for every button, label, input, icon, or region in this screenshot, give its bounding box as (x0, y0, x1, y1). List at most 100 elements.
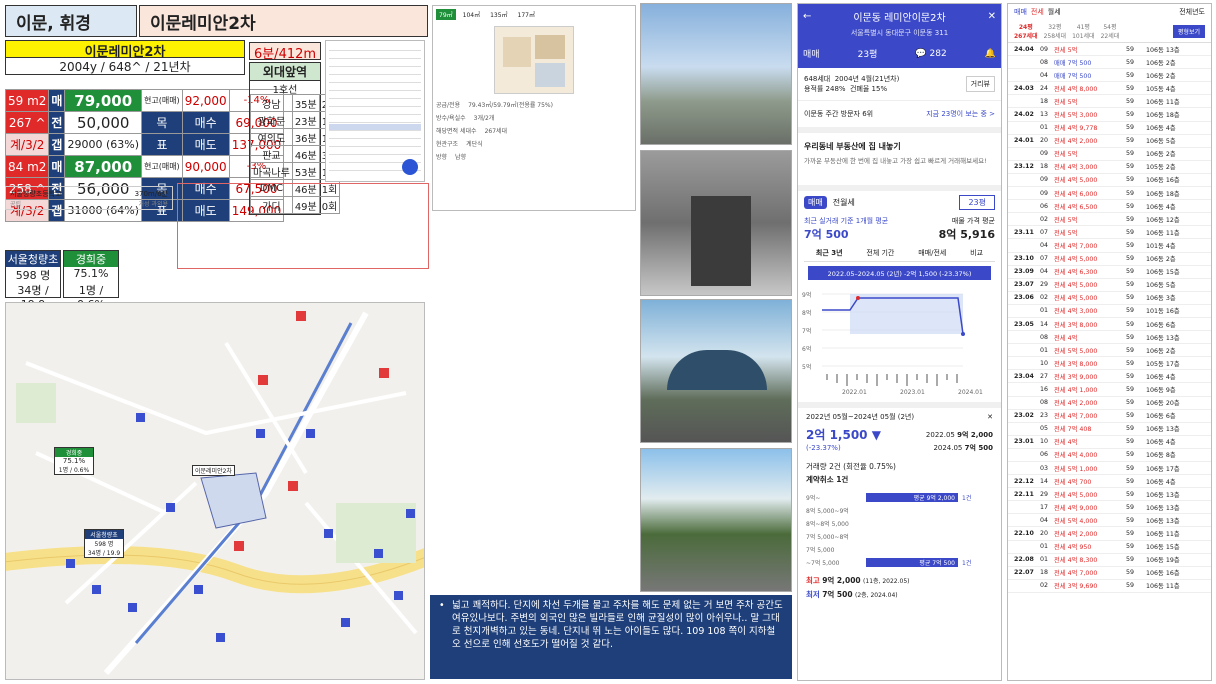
size-tab[interactable]: 32평 258세대 (1044, 22, 1067, 40)
trade-list-panel: 매매 전세 월세 전체년도 24평 267세대 32평 258세대 41평 101세대 5… (1007, 3, 1212, 681)
trade-cell: 106동 5층 (1146, 282, 1176, 290)
trade-tab[interactable]: 매매 (1014, 7, 1027, 17)
volume-bar (926, 374, 928, 383)
close-icon[interactable]: ✕ (987, 413, 993, 421)
trade-cell: 06 (1040, 202, 1049, 210)
chart-tooltip: 2022.05–2024.05 (2년) -2억 1,500 (-23.37%) (808, 266, 991, 280)
tab-rent[interactable]: 전월세 (829, 196, 859, 209)
trade-cell: 59 (1126, 124, 1135, 132)
trade-row: 23.05 14 전세 3억 8,000 59 106동 6층 (1008, 318, 1211, 332)
commute-cell: 36분 (291, 128, 320, 146)
trade-cell: 59 (1126, 45, 1135, 53)
range-row: 7억 5,000~8억 (806, 530, 993, 543)
trade-cell: 07 (1040, 255, 1049, 263)
map-view[interactable]: 경희중 75.1% 1명 / 0.6% 서울청량초 598 명 34명 / 19.9 이… (5, 302, 425, 680)
size-tab[interactable]: 24평 267세대 (1014, 22, 1038, 40)
trade-cell: 01 (1040, 124, 1049, 132)
summary-name: 이문레미안2차 (5, 40, 245, 60)
trade-cell: 59 (1126, 97, 1135, 105)
value-cell: 79,000 (64, 89, 142, 112)
low-point (961, 332, 965, 336)
back-icon[interactable]: ← (803, 11, 811, 22)
trade-cell: 106동 6층 (1146, 321, 1176, 329)
range-count: 1건 (962, 495, 972, 502)
trade-cell: 10 (1040, 438, 1049, 446)
school-stat-name: 서울청량초 (6, 251, 60, 267)
map-pin-button[interactable] (402, 159, 418, 175)
close-icon[interactable]: ✕ (988, 11, 996, 22)
commute-cell: 53분 (291, 162, 320, 180)
size-tab[interactable]: 41평 101세대 (1072, 22, 1095, 40)
chart-tab[interactable]: 최근 3년 (816, 248, 843, 258)
comments-button[interactable]: 💬 282 (915, 49, 946, 59)
size-view-button[interactable]: 평형보기 (1172, 24, 1205, 38)
trade-cell: 전세 4억 4,000 (1054, 452, 1098, 460)
trade-cell: 59 (1126, 412, 1135, 420)
info-label: 해당면적 세대수 (436, 128, 477, 135)
volume-bar (846, 374, 848, 386)
trade-cell: 22.07 (1014, 569, 1034, 577)
trade-cell: 106동 18층 (1146, 190, 1180, 198)
y-tick: 6억 (802, 345, 811, 353)
bell-icon[interactable]: 🔔 (985, 49, 996, 59)
trade-row: 23.11 07 전세 5억 59 106동 11층 (1008, 226, 1211, 240)
trade-cell: 59 (1126, 399, 1135, 407)
year-filter[interactable]: 전체년도 (1179, 7, 1205, 17)
visitor-link[interactable]: 지금 23명이 보는 중 > (926, 109, 995, 119)
trade-row: 01 전세 4억 3,000 59 101동 16층 (1008, 305, 1211, 318)
price-row: 84 m2 매 87,000 현고(매매) 90,000 -3% (4, 155, 285, 178)
trade-cell: 08 (1040, 399, 1049, 407)
station-time: 6분/412m (249, 42, 321, 62)
trade-cell: 106동 16층 (1146, 570, 1180, 578)
trade-row: 09 전세 4억 5,000 59 106동 16층 (1008, 174, 1211, 188)
trade-cell: 59 (1126, 176, 1135, 184)
photo-parking (640, 299, 792, 443)
floorplan-info-row: 공급/전용 79.43㎡/59.79㎡(전용률 75%) (436, 100, 632, 109)
commute-cell: 23분 (291, 111, 320, 129)
trade-cell: 106동 13층 (1146, 334, 1180, 342)
trade-cell: 24.04 (1014, 45, 1034, 53)
trade-cell: 01 (1040, 346, 1049, 354)
trade-cell: 05 (1040, 425, 1049, 433)
range-label: 7억 5,000 (806, 547, 835, 554)
map-apt-label[interactable]: 이문레미안2차 (192, 465, 235, 476)
info-value: 계단식 (466, 141, 483, 148)
trade-cell: 전세 5억 1,000 (1054, 465, 1098, 473)
trade-cell: 전세 4억 5,000 (1054, 491, 1098, 499)
info-label: 방수/욕실수 (436, 115, 466, 122)
trade-cell: 전세 4억 5,000 (1054, 295, 1098, 303)
streetview-button[interactable]: 거리뷰 (965, 76, 995, 92)
trade-cell: 전세 5억 (1054, 229, 1078, 237)
trade-cell: 106동 11층 (1146, 583, 1180, 591)
trade-cell: 18 (1040, 97, 1049, 105)
trade-cell: 59 (1126, 464, 1135, 472)
chart-tab[interactable]: 전체 기간 (866, 248, 894, 258)
agent-banner[interactable]: 우리동네 부동산에 집 내놓기 가까운 부동산에 한 번에 집 내놓고 가장 쉽… (798, 133, 1001, 191)
trade-cell: 전세 4억 3,000 (1054, 164, 1098, 172)
volume-bar (876, 374, 878, 386)
trade-cell: 07 (1040, 228, 1049, 236)
trade-cell: 59 (1126, 320, 1135, 328)
deal-select[interactable]: 매매 (803, 47, 820, 60)
floorplan-tab[interactable]: 135㎡ (487, 9, 510, 20)
size-select[interactable]: 23평 (858, 47, 878, 60)
chart-tab[interactable]: 매매/전세 (918, 248, 946, 258)
trade-cell: 106동 11층 (1146, 531, 1180, 539)
floorplan-tab[interactable]: 79㎡ (436, 9, 456, 20)
trade-tab[interactable]: 전세 (1031, 7, 1044, 17)
floorplan-tab[interactable]: 104㎡ (460, 9, 483, 20)
x-tick: 2024.01 (958, 389, 983, 396)
size-tab[interactable]: 54평 22세대 (1101, 22, 1120, 40)
trade-cell: 전세 4억 3,000 (1054, 308, 1098, 316)
trade-cell: 전세 4억 9,000 (1054, 504, 1098, 512)
trade-cell: 23.04 (1014, 372, 1034, 380)
trade-tab[interactable]: 월세 (1048, 7, 1061, 17)
tab-sale[interactable]: 매매 (804, 196, 827, 209)
volume-bar (946, 374, 948, 380)
trade-cell: 59 (1126, 582, 1135, 590)
trade-cell: 23.10 (1014, 255, 1034, 263)
trade-cell: 106동 15층 (1146, 544, 1180, 552)
floorplan-tab[interactable]: 177㎡ (515, 9, 538, 20)
size-dropdown[interactable]: 23평 (959, 195, 995, 210)
chart-tab[interactable]: 비교 (970, 248, 983, 258)
